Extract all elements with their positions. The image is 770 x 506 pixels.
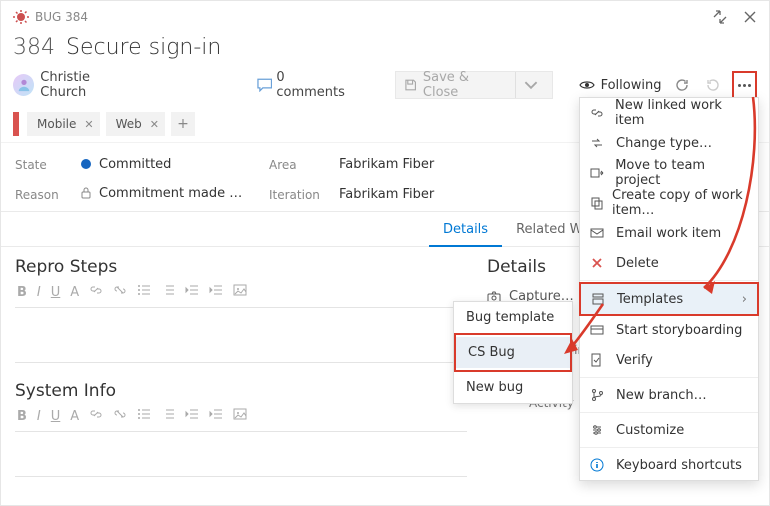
tag-mobile[interactable]: Mobile✕ [27, 112, 100, 136]
templates-submenu[interactable]: Bug template CS Bug New bug [453, 301, 573, 404]
underline-icon[interactable]: U [51, 409, 61, 424]
template-cs-bug[interactable]: CS Bug [456, 337, 570, 368]
follow-button[interactable]: Following [579, 78, 662, 93]
font-icon[interactable]: A [70, 409, 79, 424]
work-item-type-label: BUG 384 [35, 10, 88, 24]
link-icon[interactable] [89, 407, 103, 425]
refresh-icon[interactable] [671, 74, 692, 96]
work-item-id: 384 [13, 35, 55, 60]
numbered-icon[interactable] [161, 283, 175, 301]
page-title: 384 Secure sign-in [1, 31, 769, 66]
reason-label: Reason [15, 188, 73, 202]
bug-icon [13, 9, 29, 25]
assignee-name[interactable]: Christie Church [40, 70, 137, 100]
comment-icon [257, 78, 272, 92]
ellipsis-icon [738, 84, 751, 87]
ctx-new-linked[interactable]: New linked work item [580, 98, 758, 128]
system-info-heading: System Info [15, 381, 467, 401]
outdent-icon[interactable] [185, 283, 199, 301]
template-bug-template[interactable]: Bug template [454, 302, 572, 333]
rte-toolbar[interactable]: B I U A [15, 407, 467, 429]
template-icon [591, 292, 609, 306]
italic-icon[interactable]: I [37, 285, 41, 300]
link-icon[interactable] [89, 283, 103, 301]
delete-icon [590, 256, 608, 270]
ctx-email[interactable]: Email work item [580, 218, 758, 248]
ctx-customize[interactable]: Customize [580, 415, 758, 445]
state-label: State [15, 158, 73, 172]
ctx-create-copy[interactable]: Create copy of work item… [580, 188, 758, 218]
link-icon [590, 106, 607, 120]
move-icon [590, 166, 607, 180]
state-dot-icon [81, 159, 91, 169]
avatar [13, 74, 34, 96]
expand-icon[interactable] [709, 6, 731, 28]
add-tag-button[interactable]: + [171, 112, 195, 136]
font-icon[interactable]: A [70, 285, 79, 300]
ctx-delete[interactable]: Delete [580, 248, 758, 278]
remove-tag-icon[interactable]: ✕ [84, 118, 93, 131]
unlink-icon[interactable] [113, 283, 127, 301]
ctx-change-type[interactable]: Change type… [580, 128, 758, 158]
ctx-move-team[interactable]: Move to team project [580, 158, 758, 188]
repro-steps-editor[interactable] [15, 307, 467, 363]
italic-icon[interactable]: I [37, 409, 41, 424]
verify-icon [590, 353, 608, 367]
context-menu[interactable]: New linked work item Change type… Move t… [579, 97, 759, 481]
ctx-shortcuts[interactable]: Keyboard shortcuts [580, 450, 758, 480]
reason-value[interactable]: Commitment made … [81, 186, 261, 203]
iteration-label: Iteration [269, 188, 331, 202]
remove-tag-icon[interactable]: ✕ [150, 118, 159, 131]
indent-icon[interactable] [209, 407, 223, 425]
unlink-icon[interactable] [113, 407, 127, 425]
save-close-button: Save & Close [395, 71, 553, 99]
undo-icon[interactable] [703, 74, 724, 96]
change-type-icon [590, 136, 608, 150]
bold-icon[interactable]: B [17, 409, 27, 424]
lock-icon [81, 187, 93, 203]
image-icon[interactable] [233, 407, 247, 425]
bullets-icon[interactable] [137, 407, 151, 425]
tab-details[interactable]: Details [429, 213, 502, 247]
save-icon [404, 78, 417, 92]
info-icon [590, 458, 608, 472]
comments-button[interactable]: 0 comments [257, 70, 355, 100]
underline-icon[interactable]: U [51, 285, 61, 300]
area-label: Area [269, 158, 331, 172]
accent-bar [13, 112, 19, 136]
template-new-bug[interactable]: New bug [454, 372, 572, 403]
tag-web[interactable]: Web✕ [106, 112, 165, 136]
more-actions-button[interactable] [732, 71, 757, 99]
image-icon[interactable] [233, 283, 247, 301]
state-value[interactable]: Committed [81, 157, 261, 172]
copy-icon [590, 196, 604, 210]
storyboard-icon [590, 323, 608, 337]
ctx-new-branch[interactable]: New branch… [580, 380, 758, 410]
indent-icon[interactable] [209, 283, 223, 301]
branch-icon [590, 388, 608, 402]
numbered-icon[interactable] [161, 407, 175, 425]
bullets-icon[interactable] [137, 283, 151, 301]
chevron-right-icon: › [742, 292, 747, 307]
repro-steps-heading: Repro Steps [15, 257, 467, 277]
ctx-verify[interactable]: Verify [580, 345, 758, 375]
eye-icon [579, 79, 595, 91]
bold-icon[interactable]: B [17, 285, 27, 300]
rte-toolbar[interactable]: B I U A [15, 283, 467, 305]
mail-icon [590, 226, 608, 240]
system-info-editor[interactable] [15, 431, 467, 477]
work-item-title[interactable]: Secure sign-in [66, 35, 221, 60]
ctx-templates[interactable]: Templates › [581, 284, 757, 314]
ctx-storyboard[interactable]: Start storyboarding [580, 315, 758, 345]
close-icon[interactable] [739, 6, 761, 28]
chevron-down-icon [515, 72, 544, 98]
customize-icon [590, 423, 608, 437]
outdent-icon[interactable] [185, 407, 199, 425]
